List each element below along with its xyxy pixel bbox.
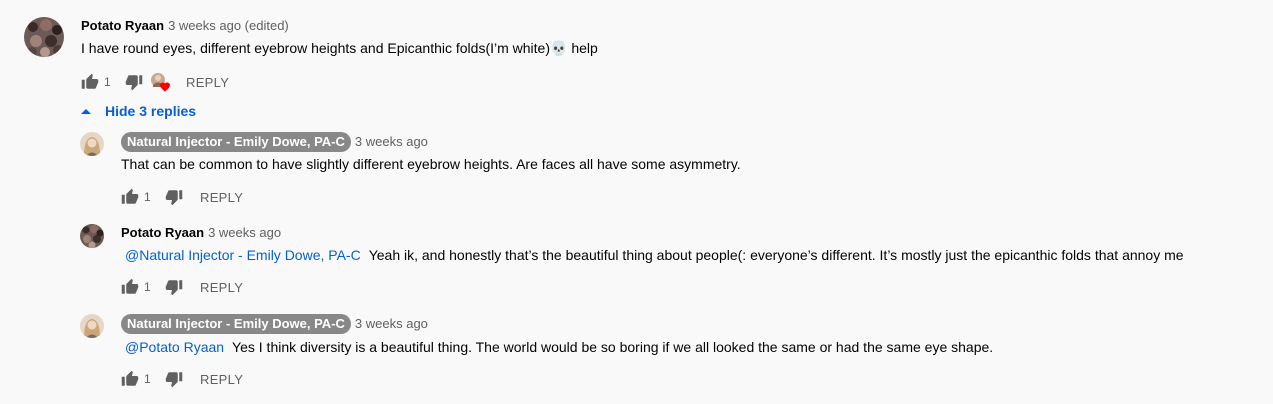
creator-heart-badge <box>150 72 170 92</box>
thumb-down-icon[interactable] <box>164 369 184 389</box>
comment-text: I have round eyes, different eyebrow hei… <box>81 40 598 56</box>
comment-text: @Natural Injector - Emily Dowe, PA-C Yeah… <box>121 245 1184 265</box>
avatar[interactable] <box>24 17 64 57</box>
mention-link[interactable]: @Potato Ryaan <box>125 339 224 355</box>
comment-header: Natural Injector - Emily Dowe, PA-C 3 wee… <box>121 132 428 152</box>
comment-actions: 1 REPLY <box>80 72 229 92</box>
comment-timestamp[interactable]: 3 weeks ago (edited) <box>168 18 289 33</box>
thumb-up-icon[interactable] <box>120 369 140 389</box>
reply-button[interactable]: REPLY <box>186 75 229 90</box>
thumb-down-icon[interactable] <box>164 277 184 297</box>
comment-actions: 1 REPLY <box>120 277 243 297</box>
like-count: 1 <box>144 190 151 204</box>
thumb-up-icon[interactable] <box>120 277 140 297</box>
author-name[interactable]: Potato Ryaan <box>81 18 164 33</box>
comment-body: Yes I think diversity is a beautiful thi… <box>232 339 994 355</box>
hide-replies-button[interactable]: Hide 3 replies <box>80 101 196 121</box>
comment-text: That can be common to have slightly diff… <box>121 156 741 172</box>
reply-button[interactable]: REPLY <box>200 372 243 387</box>
thumb-down-icon[interactable] <box>164 187 184 207</box>
avatar-image <box>80 224 104 248</box>
avatar-image <box>80 132 104 156</box>
avatar-image <box>80 314 104 338</box>
hide-replies-label: Hide 3 replies <box>105 103 197 119</box>
avatar[interactable] <box>80 224 104 248</box>
avatar[interactable] <box>80 132 104 156</box>
thumb-down-icon[interactable] <box>124 72 144 92</box>
comment-actions: 1 REPLY <box>120 187 243 207</box>
comment-timestamp[interactable]: 3 weeks ago <box>355 316 428 331</box>
reply-button[interactable]: REPLY <box>200 280 243 295</box>
comment-text: @Potato Ryaan Yes I think diversity is a … <box>121 337 993 357</box>
mention-link[interactable]: @Natural Injector - Emily Dowe, PA-C <box>125 247 361 263</box>
avatar[interactable] <box>80 314 104 338</box>
comment-timestamp[interactable]: 3 weeks ago <box>208 225 281 240</box>
author-name[interactable]: Potato Ryaan <box>121 225 204 240</box>
thumb-up-icon[interactable] <box>120 187 140 207</box>
like-count: 1 <box>144 372 151 386</box>
comment-thread: Potato Ryaan 3 weeks ago (edited) I have … <box>0 0 1273 404</box>
comment-actions: 1 REPLY <box>120 369 243 389</box>
comment-header: Potato Ryaan 3 weeks ago <box>121 224 281 242</box>
author-name[interactable]: Natural Injector - Emily Dowe, PA-C <box>121 314 351 334</box>
comment-header: Natural Injector - Emily Dowe, PA-C 3 wee… <box>121 314 428 334</box>
like-count: 1 <box>144 280 151 294</box>
comment-body: Yeah ik, and honestly that’s the beautif… <box>368 247 1184 263</box>
heart-icon <box>160 82 170 92</box>
like-count: 1 <box>104 75 111 89</box>
avatar-image <box>24 17 64 57</box>
comment-timestamp[interactable]: 3 weeks ago <box>355 134 428 149</box>
thumb-up-icon[interactable] <box>80 72 100 92</box>
author-name[interactable]: Natural Injector - Emily Dowe, PA-C <box>121 132 351 152</box>
caret-up-icon <box>81 108 91 114</box>
comment-header: Potato Ryaan 3 weeks ago (edited) <box>81 17 289 35</box>
reply-button[interactable]: REPLY <box>200 190 243 205</box>
